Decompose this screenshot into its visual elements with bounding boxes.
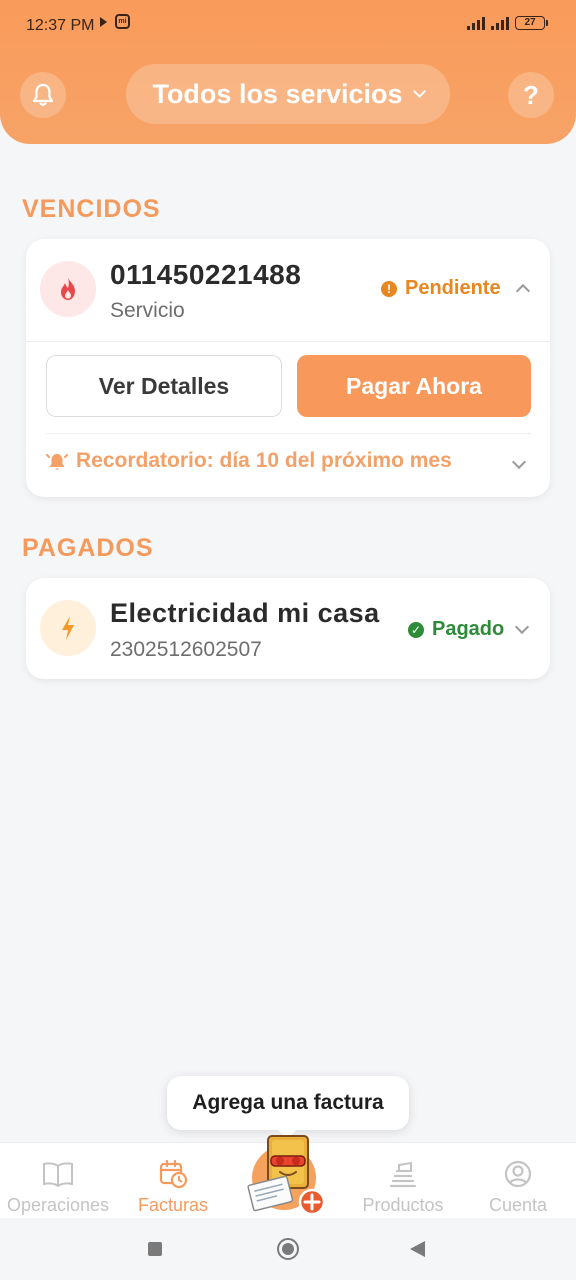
section-title-vencidos: VENCIDOS [22,195,161,223]
nav-label: Facturas [137,1195,209,1215]
bill-card-paid[interactable]: Electricidad mi casa 2302512602507 ✓ Pag… [26,578,550,679]
view-details-button[interactable]: Ver Detalles [46,355,282,417]
user-circle-icon [504,1160,532,1188]
status-time: 12:37 PM [26,17,95,34]
add-invoice-mascot-icon [247,1135,326,1216]
status-bar: 12:37 PM mi 27 [0,0,576,54]
divider [46,433,531,434]
battery-icon: 27 [515,16,548,30]
section-title-pagados: PAGADOS [22,534,154,562]
stack-icon [389,1161,417,1188]
service-filter-dropdown[interactable]: Todos los servicios [126,64,450,124]
divider [26,341,550,342]
reminder-label: Recordatorio: día 10 del próximo mes [76,449,452,472]
notifications-button[interactable] [20,72,66,118]
nav-item-productos[interactable]: Productos [345,1159,461,1216]
status-left-icons: mi [100,14,130,29]
status-right-icons: 27 [467,16,548,30]
chevron-up-icon[interactable] [515,283,531,299]
bill-card-overdue: 011450221488 Servicio ! Pendiente Ver De… [26,239,550,497]
service-icon-badge [40,261,96,317]
nav-label: Operaciones [6,1195,110,1215]
nav-item-facturas[interactable]: Facturas [115,1159,231,1216]
battery-level: 27 [515,16,545,30]
bill-name: Electricidad mi casa [110,598,380,628]
help-icon: ? [523,79,539,110]
service-icon-badge [40,600,96,656]
fire-icon [61,277,75,300]
chevron-down-icon[interactable] [514,619,530,635]
bell-icon [32,83,54,106]
status-badge: ! Pendiente [381,277,501,300]
nav-item-cuenta[interactable]: Cuenta [460,1159,576,1216]
bill-card-header[interactable]: 011450221488 Servicio ! Pendiente [26,239,550,341]
calendar-clock-icon [159,1159,188,1189]
alarm-bell-icon [46,454,68,470]
app-header: 12:37 PM mi 27 Todos los servicios ? [0,0,576,144]
reminder-row[interactable]: Recordatorio: día 10 del próximo mes [46,449,452,473]
back-icon[interactable] [410,1241,425,1257]
service-filter-label: Todos los servicios [152,78,403,109]
system-navigation-bar [0,1218,576,1280]
bill-reference-number: 2302512602507 [110,638,262,661]
home-icon[interactable] [277,1238,299,1260]
nav-item-operaciones[interactable]: Operaciones [0,1159,116,1216]
pay-now-button[interactable]: Pagar Ahora [297,355,531,417]
recent-apps-icon[interactable] [148,1242,162,1256]
bill-reference-number: 011450221488 [110,259,302,290]
check-icon: ✓ [408,621,424,638]
tooltip-label: Agrega una factura [192,1091,384,1114]
status-badge: ✓ Pagado [408,618,504,641]
book-icon [43,1162,73,1187]
chevron-down-icon [412,84,426,98]
help-button[interactable]: ? [508,72,554,118]
nav-label: Productos [362,1195,444,1215]
add-invoice-button[interactable] [244,1122,330,1218]
signal-icon [467,16,485,30]
status-label: Pendiente [405,277,501,299]
signal-icon [491,16,509,30]
play-icon [100,16,107,27]
mi-icon: mi [115,14,130,29]
bolt-icon [62,616,74,640]
alert-icon: ! [381,280,397,297]
status-label: Pagado [432,618,505,640]
nav-label: Cuenta [488,1195,548,1215]
bill-service-type: Servicio [110,299,185,322]
chevron-down-icon[interactable] [511,454,527,470]
